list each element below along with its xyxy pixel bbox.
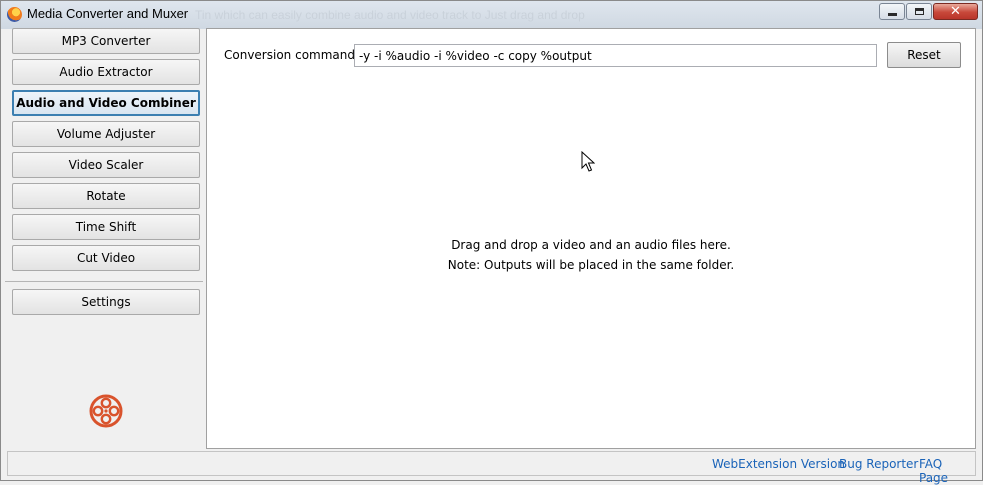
sidebar-item-label: Cut Video	[76, 251, 136, 265]
title-overflow-text: Tin which can easily combine audio and v…	[195, 8, 585, 22]
sidebar-item-label: Volume Adjuster	[56, 127, 156, 141]
conversion-command-label: Conversion command:	[224, 48, 360, 62]
sidebar-item-audio-extractor[interactable]: Audio Extractor	[12, 59, 200, 85]
close-icon: ✕	[950, 4, 961, 19]
sidebar-divider	[5, 281, 203, 282]
close-button[interactable]: ✕	[933, 3, 978, 20]
drop-instructions: Drag and drop a video and an audio files…	[451, 238, 731, 252]
sidebar-item-time-shift[interactable]: Time Shift	[12, 214, 200, 240]
settings-button[interactable]: Settings	[12, 289, 200, 315]
mouse-cursor-icon	[581, 151, 595, 172]
sidebar-item-mp3-converter[interactable]: MP3 Converter	[12, 28, 200, 54]
app-window: Media Converter and Muxer Tin which can …	[0, 0, 983, 485]
main-panel: Conversion command: Reset Drag and drop …	[206, 28, 976, 449]
status-bar: WebExtension Version Bug Reporter FAQ Pa…	[7, 451, 976, 485]
output-note: Note: Outputs will be placed in the same…	[447, 258, 735, 272]
maximize-icon	[914, 8, 924, 15]
film-reel-icon	[89, 394, 123, 428]
sidebar-item-label: Audio Extractor	[59, 65, 153, 79]
webextension-version-link[interactable]: WebExtension Version	[712, 457, 845, 471]
firefox-icon	[7, 7, 22, 22]
sidebar-item-label: Time Shift	[75, 220, 137, 234]
minimize-icon	[887, 13, 897, 16]
maximize-button[interactable]	[906, 3, 932, 20]
sidebar-item-audio-and-video-combiner[interactable]: Audio and Video Combiner	[12, 90, 200, 116]
sidebar-item-video-scaler[interactable]: Video Scaler	[12, 152, 200, 178]
settings-label: Settings	[81, 295, 131, 309]
sidebar-item-label: Video Scaler	[68, 158, 144, 172]
sidebar-item-label: MP3 Converter	[61, 34, 151, 48]
sidebar-item-rotate[interactable]: Rotate	[12, 183, 200, 209]
sidebar-item-label: Audio and Video Combiner	[16, 96, 196, 110]
conversion-command-input[interactable]	[354, 44, 877, 67]
minimize-button[interactable]	[879, 3, 905, 20]
reset-button[interactable]: Reset	[887, 42, 961, 68]
sidebar-item-volume-adjuster[interactable]: Volume Adjuster	[12, 121, 200, 147]
drop-zone[interactable]: Drag and drop a video and an audio files…	[207, 235, 975, 275]
sidebar: MP3 Converter Audio Extractor Audio and …	[5, 28, 203, 449]
sidebar-item-label: Rotate	[86, 189, 126, 203]
bug-reporter-link[interactable]: Bug Reporter	[839, 457, 918, 471]
window-title: Media Converter and Muxer	[27, 6, 189, 21]
sidebar-item-cut-video[interactable]: Cut Video	[12, 245, 200, 271]
title-bar[interactable]: Media Converter and Muxer Tin which can …	[1, 1, 982, 29]
